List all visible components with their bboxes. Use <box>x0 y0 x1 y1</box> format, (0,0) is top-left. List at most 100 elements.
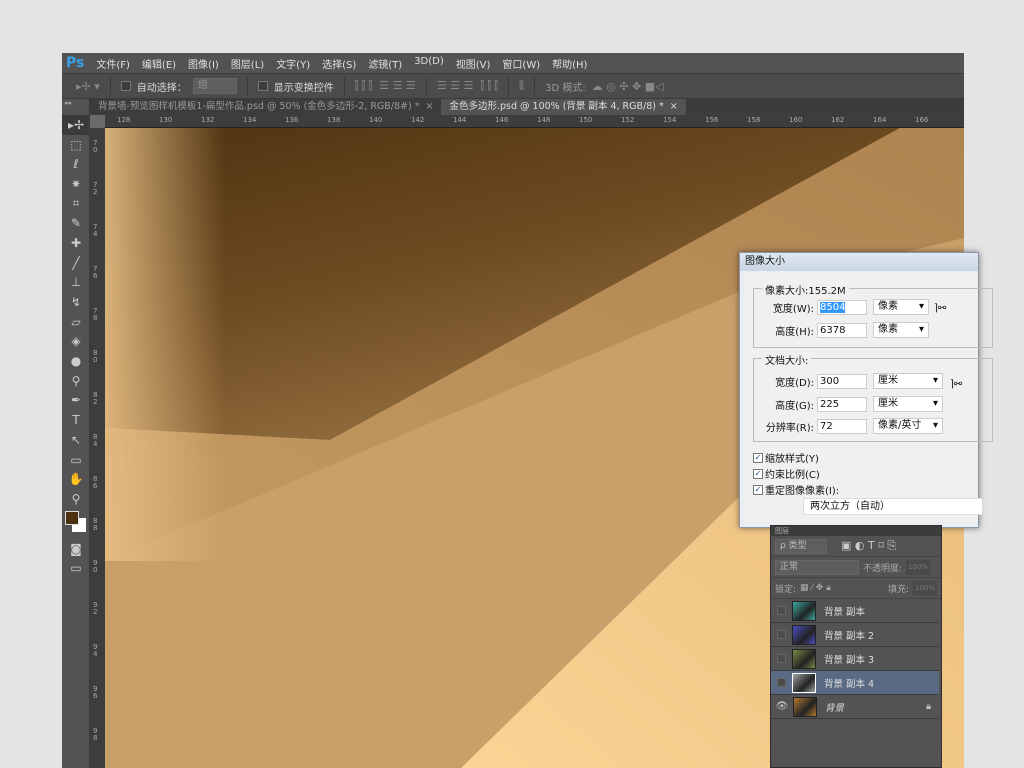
menu-item[interactable]: 滤镜(T) <box>368 56 402 71</box>
quick-mask-icon[interactable]: ◙ <box>62 539 90 559</box>
menu-item[interactable]: 图像(I) <box>188 56 219 71</box>
dodge-tool-icon[interactable]: ⚲ <box>62 371 90 391</box>
menu-item[interactable]: 3D(D) <box>414 56 444 71</box>
resample-option[interactable]: ✓ 重定图像像素(I): <box>753 482 839 497</box>
ruler-tick-label: 158 <box>747 116 761 124</box>
height-unit-dropdown[interactable]: 像素 <box>873 322 929 338</box>
3d-mode-icons[interactable]: ☁ ◎ ✣ ✥ ■◁ <box>592 80 664 93</box>
eraser-tool-icon[interactable]: ▱ <box>62 312 90 332</box>
type-tool-icon[interactable]: T <box>62 410 90 430</box>
align-icons[interactable]: ⫿ ⫿ ⫿ ☰ ☰ ☰ <box>355 79 416 93</box>
layer-row[interactable]: 背景 副本 3 <box>771 647 939 671</box>
ruler-tick-label: 128 <box>117 116 131 124</box>
height-input[interactable]: 6378 <box>817 322 867 338</box>
rectangle-tool-icon[interactable]: ▭ <box>62 450 90 470</box>
tab-label: 背景墙-预览图样机模板1-扁型作品.psd @ 50% (金色多边形-2, RG… <box>98 101 420 112</box>
move-tool-icon[interactable]: ▸✢ ▾ <box>76 80 100 93</box>
vertical-ruler[interactable]: 70 72 74 76 78 80 82 84 86 88 90 92 94 96 98 <box>90 128 105 768</box>
visibility-toggle[interactable] <box>777 606 786 615</box>
menu-item[interactable]: 帮助(H) <box>552 56 587 71</box>
move-tool-icon[interactable]: ▸✢ <box>62 115 90 135</box>
layer-filter-dropdown[interactable]: ρ 类型 <box>775 538 827 554</box>
ruler-tick-label: 150 <box>579 116 593 124</box>
path-select-tool-icon[interactable]: ↖ <box>62 430 90 450</box>
close-tab-icon[interactable]: × <box>670 101 678 112</box>
history-brush-tool-icon[interactable]: ↯ <box>62 292 90 312</box>
magic-wand-tool-icon[interactable]: ✷ <box>62 174 90 194</box>
ruler-tick-label: 138 <box>327 116 341 124</box>
close-tab-icon[interactable]: × <box>425 101 433 112</box>
menu-item[interactable]: 文字(Y) <box>276 56 310 71</box>
hand-tool-icon[interactable]: ✋ <box>62 469 90 489</box>
show-transform-checkbox[interactable] <box>257 81 268 91</box>
resample-method-dropdown[interactable]: 两次立方（自动） <box>803 498 983 515</box>
constrain-checkbox[interactable]: ✓ <box>753 468 763 479</box>
resolution-input[interactable]: 72 <box>817 418 867 434</box>
resolution-unit-dropdown[interactable]: 像素/英寸 <box>873 418 943 434</box>
lasso-tool-icon[interactable]: ℓ <box>62 154 90 174</box>
auto-select-checkbox[interactable] <box>120 81 131 91</box>
lock-icons[interactable]: ▦ ⁄ ✥ 🔒︎ <box>800 583 831 593</box>
opacity-label: 不透明度: <box>863 563 903 574</box>
healing-tool-icon[interactable]: ✚ <box>62 233 90 253</box>
distribute-icons[interactable]: ☰ ☰ ☰ ⫿ ⫿ ⫿ <box>437 79 498 93</box>
layers-panel-title[interactable]: 图层 <box>771 526 941 536</box>
collapse-icon[interactable]: ▸▸ <box>62 99 89 115</box>
doc-height-unit-dropdown[interactable]: 厘米 <box>873 396 943 412</box>
brush-tool-icon[interactable]: ╱ <box>62 253 90 273</box>
opacity-input[interactable]: 100% <box>906 559 931 575</box>
ruler-tick-label: 144 <box>453 116 467 124</box>
doc-width-input[interactable]: 300 <box>817 373 867 389</box>
eyedropper-tool-icon[interactable]: ✎ <box>62 213 90 233</box>
marquee-tool-icon[interactable]: ⬚ <box>62 135 90 155</box>
layer-row[interactable]: 背景 副本 <box>771 599 939 623</box>
layer-row[interactable]: 👁︎ 背景 🔒︎ <box>771 695 939 719</box>
width-unit-dropdown[interactable]: 像素 <box>873 299 929 315</box>
scale-styles-option[interactable]: ✓ 缩放样式(Y) <box>753 450 819 465</box>
pen-tool-icon[interactable]: ✒ <box>62 391 90 411</box>
ruler-origin[interactable] <box>90 115 105 128</box>
filter-icons[interactable]: ▣ ◐ T ⌑ ⎘ <box>841 539 896 553</box>
width-input[interactable]: 8504 <box>817 299 867 315</box>
menu-item[interactable]: 编辑(E) <box>142 56 176 71</box>
blend-mode-dropdown[interactable]: 正常 <box>775 559 859 575</box>
menu-item[interactable]: 窗口(W) <box>502 56 540 71</box>
layer-name: 背景 副本 3 <box>824 654 875 666</box>
zoom-tool-icon[interactable]: ⚲ <box>62 489 90 509</box>
document-tab[interactable]: 金色多边形.psd @ 100% (背景 副本 4, RGB/8) * × <box>441 99 686 115</box>
doc-width-label: 宽度(D): <box>775 377 814 389</box>
eye-icon[interactable]: 👁︎ <box>771 701 793 712</box>
screen-mode-icon[interactable]: ▭ <box>62 558 90 578</box>
dialog-title[interactable]: 图像大小 <box>740 253 978 271</box>
visibility-toggle[interactable] <box>777 630 786 639</box>
menu-item[interactable]: 文件(F) <box>96 56 130 71</box>
stamp-tool-icon[interactable]: ⊥ <box>62 273 90 293</box>
doc-height-input[interactable]: 225 <box>817 396 867 412</box>
color-swatches[interactable] <box>62 509 89 539</box>
auto-align-icon[interactable]: ⫼ <box>519 79 524 93</box>
resample-checkbox[interactable]: ✓ <box>753 484 763 495</box>
blur-tool-icon[interactable]: ● <box>62 351 90 371</box>
foreground-color[interactable] <box>65 510 79 525</box>
auto-select-dropdown[interactable]: 组 <box>192 78 237 94</box>
ruler-tick-label: 82 <box>93 391 98 406</box>
paint-bucket-tool-icon[interactable]: ◈ <box>62 332 90 352</box>
menu-item[interactable]: 选择(S) <box>322 56 356 71</box>
visibility-toggle[interactable] <box>777 654 786 663</box>
doc-width-unit-dropdown[interactable]: 厘米 <box>873 373 943 389</box>
ruler-tick-label: 86 <box>93 475 98 490</box>
menu-item[interactable]: 视图(V) <box>456 56 491 71</box>
horizontal-ruler[interactable]: 128 130 132 134 136 138 140 142 144 146 148 150 152 1… <box>105 115 964 128</box>
crop-tool-icon[interactable]: ⌗ <box>62 194 90 214</box>
ruler-tick-label: 156 <box>705 116 719 124</box>
layer-row[interactable]: 背景 副本 2 <box>771 623 939 647</box>
layer-row[interactable]: 背景 副本 4 <box>771 671 939 695</box>
scale-styles-checkbox[interactable]: ✓ <box>753 452 763 463</box>
ruler-tick-label: 146 <box>495 116 509 124</box>
document-tab[interactable]: 背景墙-预览图样机模板1-扁型作品.psd @ 50% (金色多边形-2, RG… <box>90 99 441 115</box>
constrain-option[interactable]: ✓ 约束比例(C) <box>753 466 820 481</box>
visibility-toggle[interactable] <box>777 678 786 687</box>
layer-thumbnail <box>792 648 816 669</box>
fill-input[interactable]: 100% <box>913 580 937 596</box>
menu-item[interactable]: 图层(L) <box>231 56 264 71</box>
